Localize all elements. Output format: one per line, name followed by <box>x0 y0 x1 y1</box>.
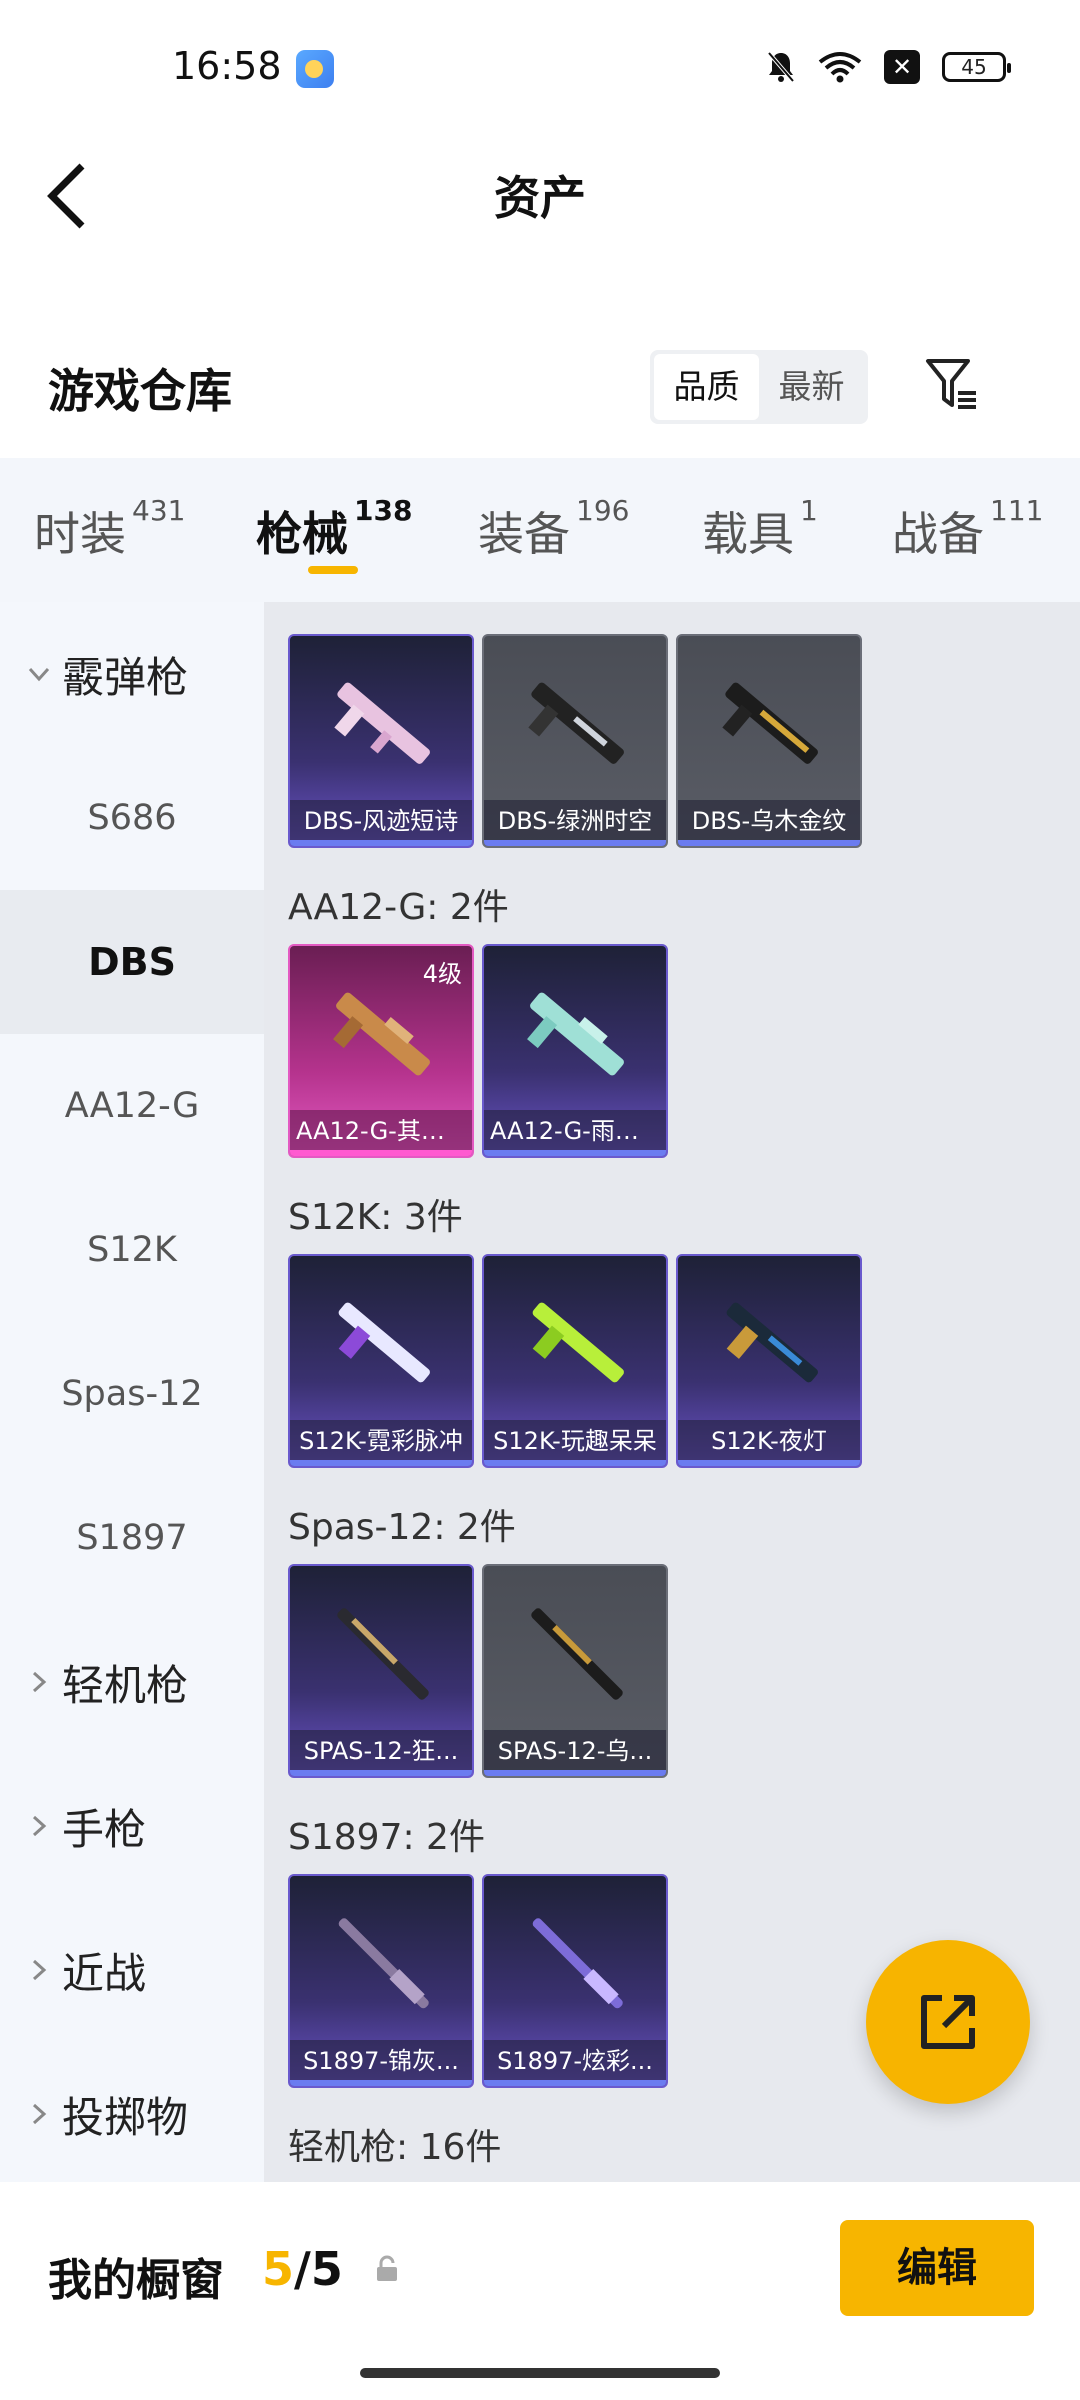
showcase-label: 我的橱窗 <box>48 2255 224 2306</box>
sort-quality[interactable]: 品质 <box>654 354 759 420</box>
home-indicator[interactable] <box>360 2368 720 2378</box>
skin-card[interactable]: DBS-乌木金纹 <box>676 634 862 848</box>
skin-card[interactable]: DBS-绿洲时空 <box>482 634 668 848</box>
skin-name: SPAS-12-乌... <box>497 1737 653 1765</box>
sort-newest[interactable]: 最新 <box>759 354 864 420</box>
sidebar-group-throwable[interactable]: 投掷物 <box>0 2042 264 2186</box>
sidebar-item-aa12g[interactable]: AA12-G <box>0 1034 264 1178</box>
skin-card[interactable]: S12K-夜灯 <box>676 1254 862 1468</box>
gun-skin-image <box>334 682 430 764</box>
skin-name: DBS-绿洲时空 <box>497 807 653 835</box>
tab-equipment[interactable]: 装备 196 <box>478 494 629 564</box>
skin-card[interactable]: DBS-风迹短诗 <box>288 634 474 848</box>
sidebar-item-s12k[interactable]: S12K <box>0 1178 264 1322</box>
battery-icon: 45 <box>942 52 1011 82</box>
skin-name: AA12-G-其乐... <box>296 1117 468 1145</box>
section-title: Spas-12: 2件 <box>288 1507 516 1548</box>
category-tabs: 时装 431 枪械 138 装备 196 载具 1 战备 111 <box>0 458 1080 602</box>
tab-weapons[interactable]: 枪械 138 <box>256 494 412 564</box>
skin-card[interactable]: 4级 AA12-G-其乐... <box>288 944 474 1158</box>
skin-card[interactable]: SPAS-12-乌... <box>482 1564 668 1778</box>
gun-skin-image <box>532 1918 623 2009</box>
warehouse-title: 游戏仓库 <box>48 364 232 418</box>
chevron-right-icon <box>32 1671 47 1693</box>
tab-vehicles[interactable]: 载具 1 <box>702 494 818 564</box>
skin-card[interactable]: S1897-锦灰... <box>288 1874 474 2088</box>
chevron-down-icon <box>28 667 50 682</box>
gun-skin-image <box>527 992 624 1076</box>
gun-skin-image <box>337 1608 429 1700</box>
chevron-right-icon <box>32 1815 47 1837</box>
lock-icon <box>377 2255 397 2281</box>
skin-name: S12K-玩趣呆呆 <box>493 1427 657 1455</box>
skin-name: S1897-锦灰... <box>303 2047 459 2075</box>
share-fab[interactable] <box>866 1940 1030 2104</box>
tab-supplies[interactable]: 战备 111 <box>892 494 1043 564</box>
clock: 16:58 <box>172 44 282 88</box>
gun-skin-image <box>531 1608 623 1700</box>
gun-skin-image <box>338 1918 429 2009</box>
active-tab-indicator <box>308 566 358 574</box>
page-title: 资产 <box>494 171 586 225</box>
gun-skin-image <box>528 682 624 764</box>
weapon-sidebar: 霰弹枪 S686 DBS AA12-G S12K Spas-12 S1897 轻… <box>0 602 264 2182</box>
section-title: 轻机枪: 16件 <box>288 2127 502 2168</box>
wifi-icon <box>818 52 862 83</box>
sort-toggle: 品质 最新 <box>650 350 868 424</box>
showcase-bar: 我的橱窗 5/5 编辑 <box>0 2182 1080 2400</box>
section-title: AA12-G: 2件 <box>288 887 509 928</box>
chevron-right-icon <box>32 1959 47 1981</box>
gun-skin-image <box>333 992 430 1076</box>
skin-card[interactable]: S12K-霓彩脉冲 <box>288 1254 474 1468</box>
sidebar-item-dbs[interactable]: DBS <box>0 890 264 1034</box>
skin-card[interactable]: S12K-玩趣呆呆 <box>482 1254 668 1468</box>
skin-name: DBS-乌木金纹 <box>691 807 847 835</box>
chevron-right-icon <box>32 2103 47 2125</box>
showcase-count: 5/5 <box>262 2242 343 2296</box>
level-badge: 4级 <box>422 960 462 988</box>
gun-skin-image <box>532 1302 624 1383</box>
skin-name: AA12-G-雨过... <box>490 1117 662 1145</box>
close-box-icon: ✕ <box>884 50 920 84</box>
section-title: S1897: 2件 <box>288 1817 485 1858</box>
sidebar-item-spas12[interactable]: Spas-12 <box>0 1322 264 1466</box>
gun-skin-image <box>722 682 818 764</box>
skin-name: SPAS-12-狂... <box>303 1737 459 1765</box>
tab-costume[interactable]: 时装 431 <box>34 494 185 564</box>
gun-skin-image <box>726 1302 818 1383</box>
edit-button[interactable]: 编辑 <box>840 2220 1034 2316</box>
mute-bell-icon <box>767 51 795 83</box>
gun-skin-image <box>338 1302 430 1383</box>
skin-name: DBS-风迹短诗 <box>303 807 459 835</box>
sidebar-group-pistol[interactable]: 手枪 <box>0 1754 264 1898</box>
skin-card[interactable]: S1897-炫彩... <box>482 1874 668 2088</box>
sidebar-item-s686[interactable]: S686 <box>0 746 264 890</box>
skin-card[interactable]: SPAS-12-狂... <box>288 1564 474 1778</box>
sidebar-group-melee[interactable]: 近战 <box>0 1898 264 2042</box>
share-icon <box>921 1995 975 2049</box>
sidebar-item-s1897[interactable]: S1897 <box>0 1466 264 1610</box>
filter-icon[interactable] <box>922 355 982 415</box>
skin-name: S12K-霓彩脉冲 <box>299 1427 463 1455</box>
skin-name: S12K-夜灯 <box>711 1427 827 1455</box>
sidebar-group-lmg[interactable]: 轻机枪 <box>0 1610 264 1754</box>
status-icons: ✕ 45 <box>766 50 1011 84</box>
section-title: S12K: 3件 <box>288 1197 463 1238</box>
weather-icon <box>296 50 334 88</box>
status-bar: 16:58 ✕ 45 <box>0 0 1080 130</box>
skin-name: S1897-炫彩... <box>497 2047 653 2075</box>
skin-card[interactable]: AA12-G-雨过... <box>482 944 668 1158</box>
sidebar-group-shotgun[interactable]: 霰弹枪 <box>0 602 264 746</box>
